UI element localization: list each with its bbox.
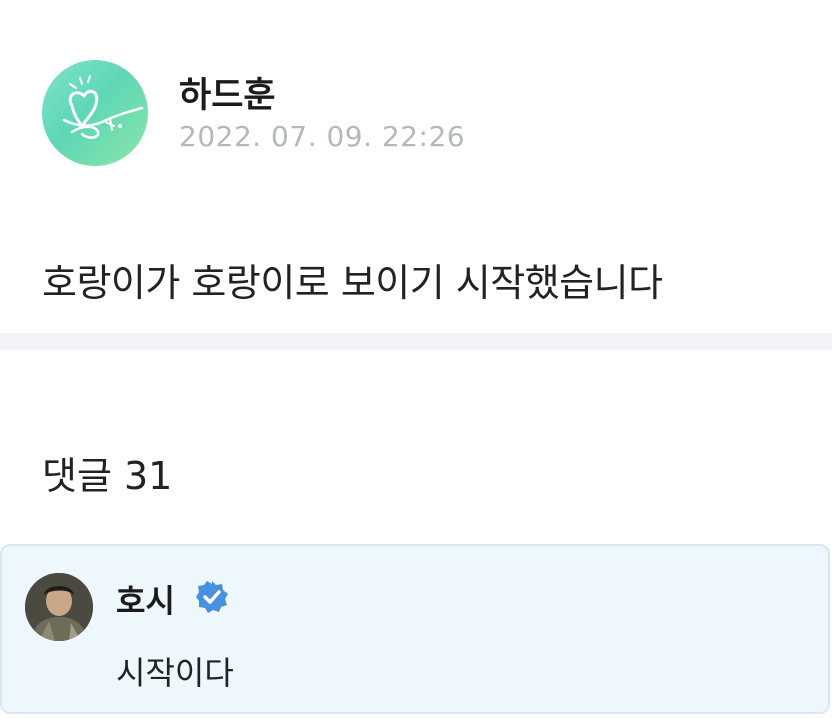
post-timestamp: 2022. 07. 09. 22:26 <box>179 120 466 153</box>
commenter-name[interactable]: 호시 <box>116 576 175 622</box>
post-page: 하드훈 2022. 07. 09. 22:26 호랑이가 호랑이로 보이기 시작… <box>0 0 832 718</box>
section-divider <box>0 333 832 350</box>
author-name[interactable]: 하드훈 <box>179 67 276 118</box>
commenter-avatar[interactable] <box>25 573 93 641</box>
profile-photo-icon <box>25 573 93 641</box>
heart-doodle-icon <box>62 75 144 139</box>
comments-count-header: 댓글 31 <box>42 454 173 498</box>
verified-check-icon <box>196 581 228 613</box>
comment-item[interactable]: 호시 시작이다 <box>0 544 830 714</box>
post-body: 호랑이가 호랑이로 보이기 시작했습니다 <box>42 261 663 305</box>
author-avatar[interactable] <box>42 60 148 166</box>
comment-text: 시작이다 <box>116 654 234 692</box>
post-header: 하드훈 2022. 07. 09. 22:26 <box>42 60 802 168</box>
